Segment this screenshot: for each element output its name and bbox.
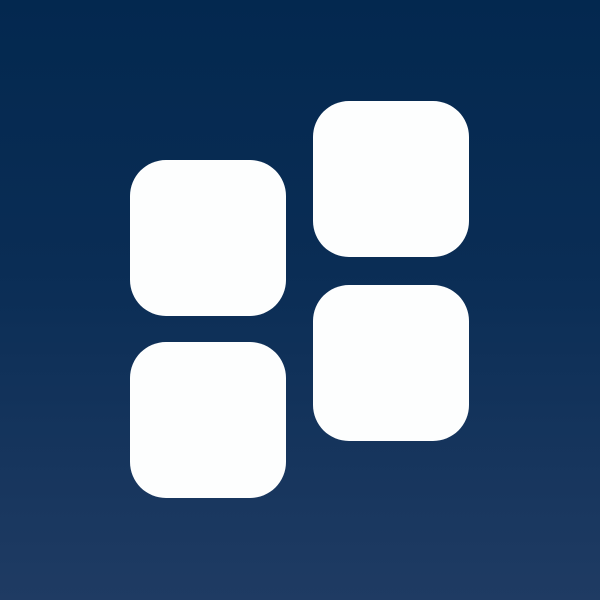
tile-top-right xyxy=(313,101,469,257)
tile-bottom-left xyxy=(130,342,286,498)
app-icon-canvas xyxy=(0,0,600,600)
tile-top-left xyxy=(130,160,286,316)
tile-bottom-right xyxy=(313,285,469,441)
